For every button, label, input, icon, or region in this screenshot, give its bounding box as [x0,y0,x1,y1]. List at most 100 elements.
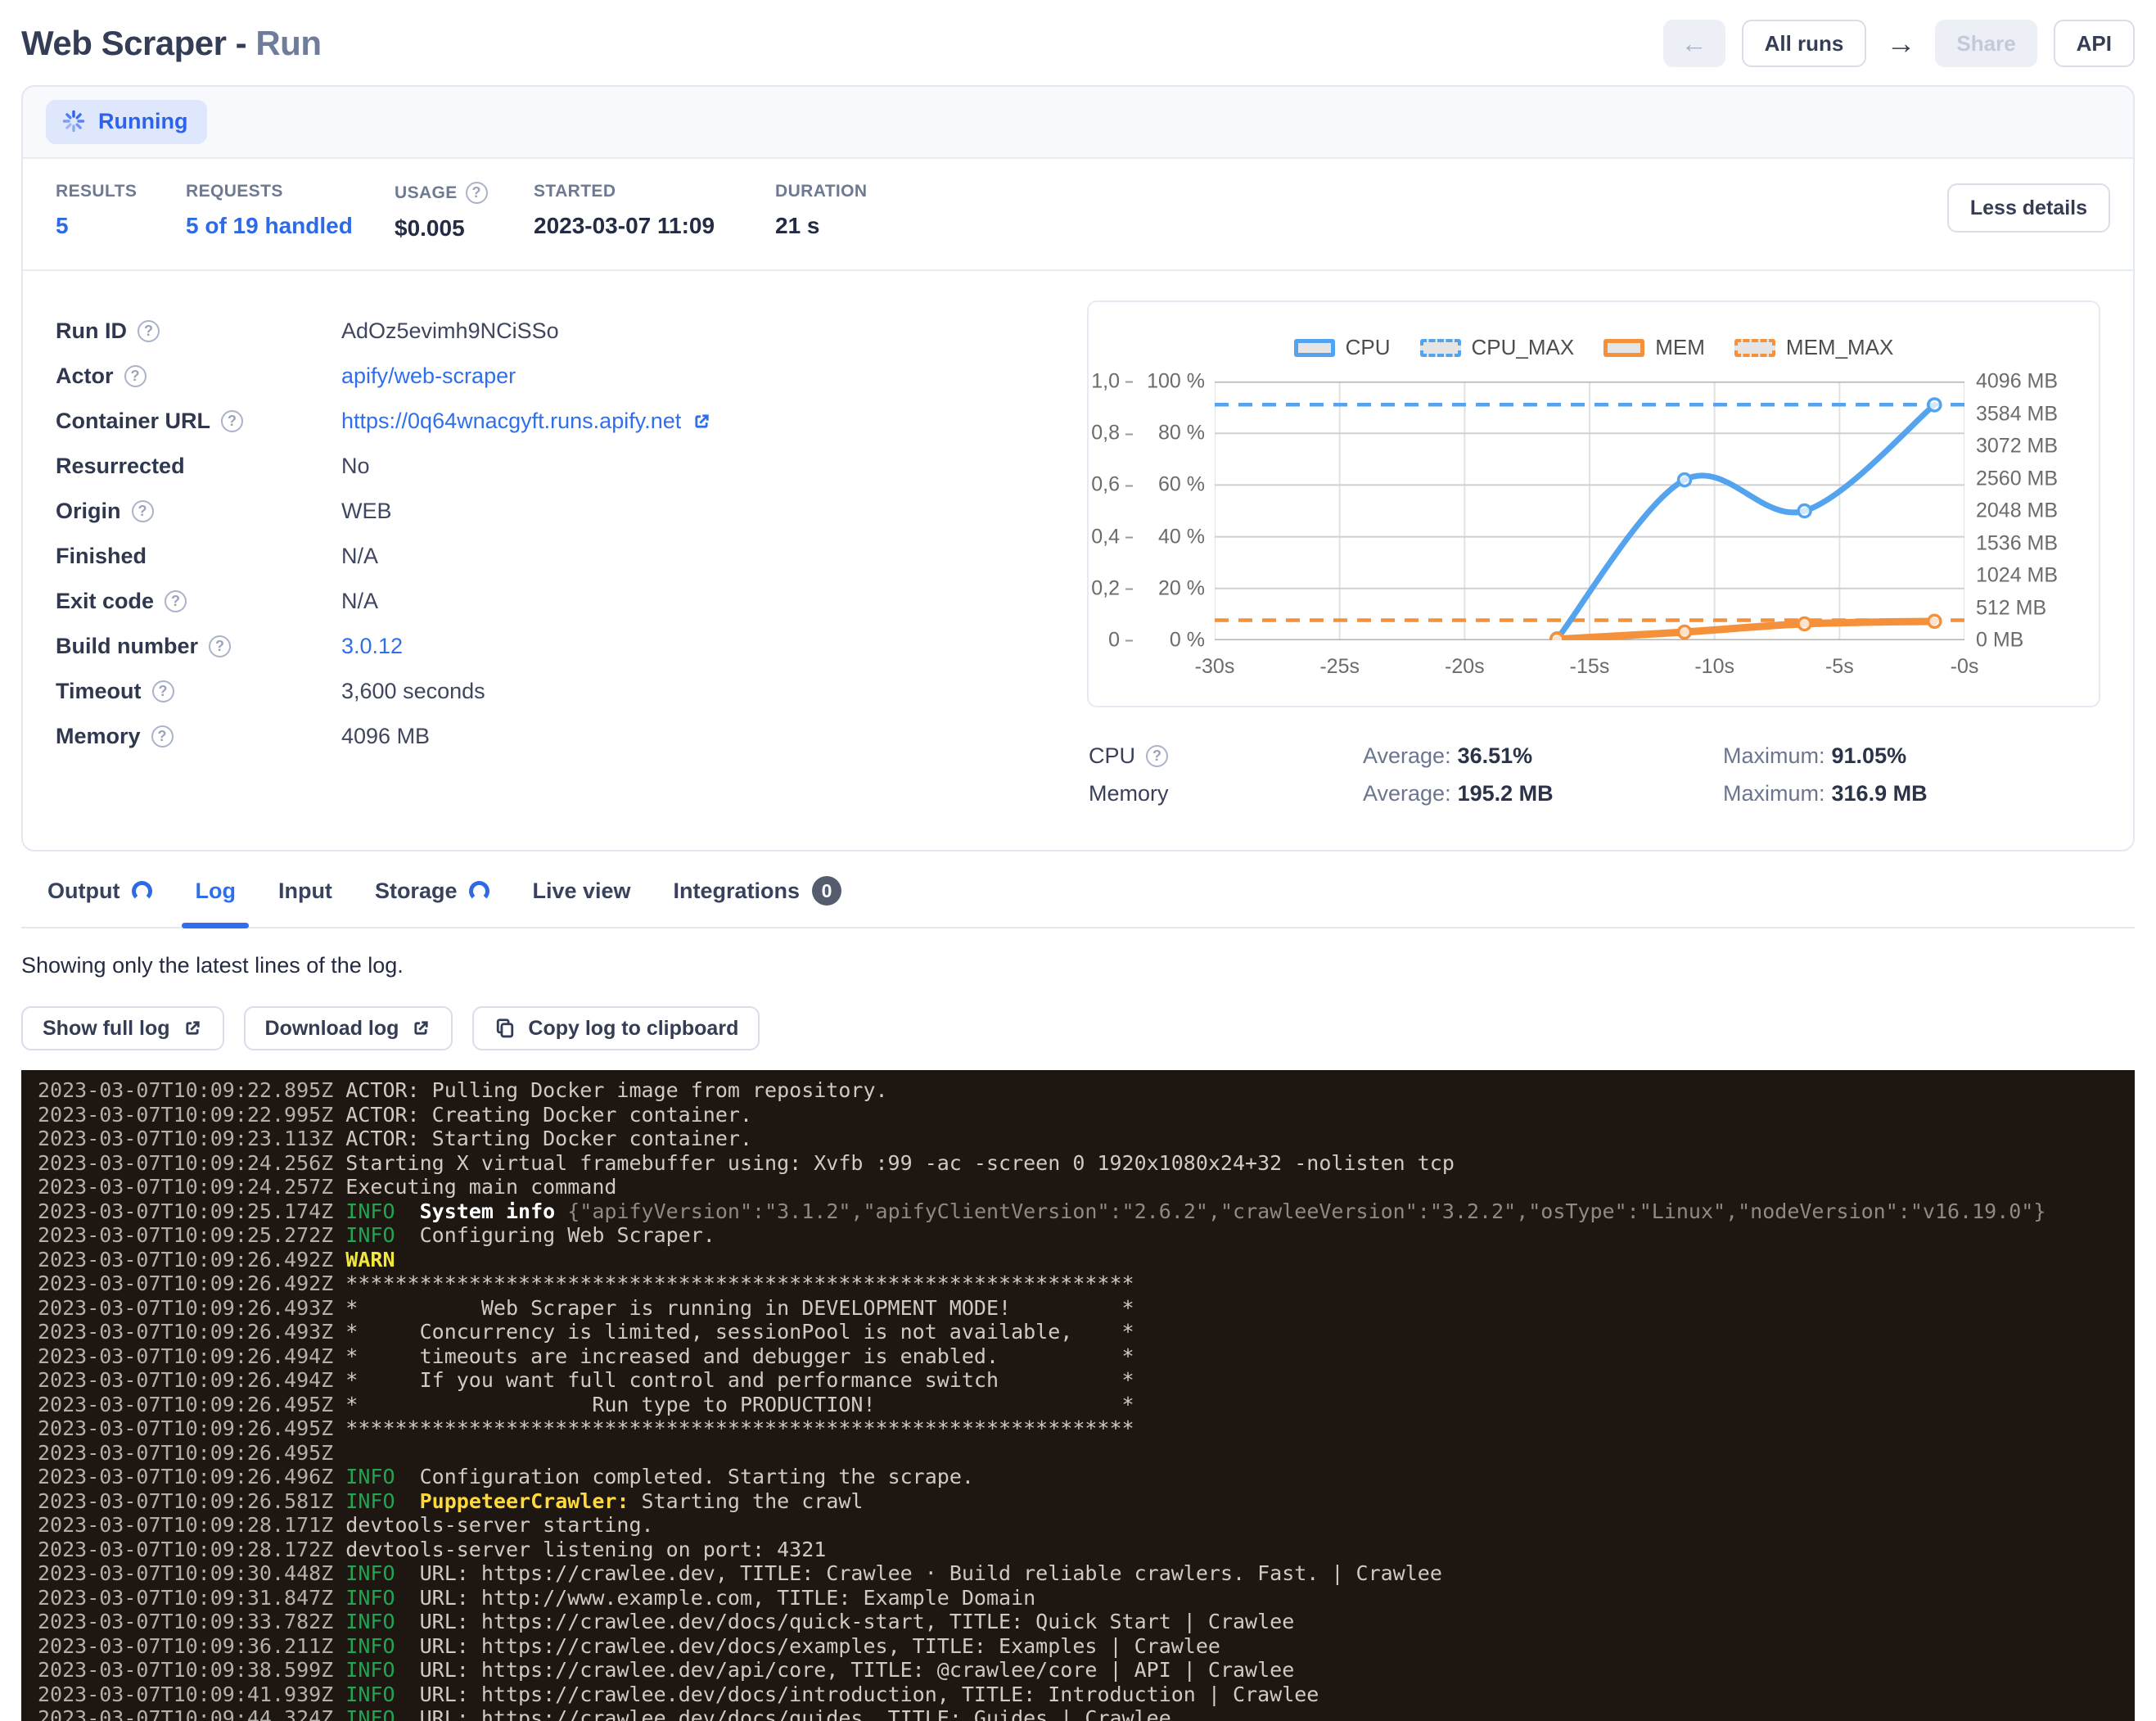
previous-run-button[interactable]: ← [1663,20,1725,67]
maximum-value: 91.05% [1832,743,1907,768]
actor-title: Web Scraper [21,24,227,62]
axis-time-labels: -30s-25s-20s-15s-10s-5s-0s [1215,647,1964,684]
log-line: 2023-03-07T10:09:31.847Z INFO URL: http:… [38,1586,2135,1610]
stat-value: 2023-03-07 11:09 [534,213,775,239]
log-segment: URL: http://www.example.com, TITLE: Exam… [395,1586,1036,1610]
help-icon[interactable] [132,500,154,522]
tab-output[interactable]: Output [47,876,152,927]
stat-label-text: REQUESTS [186,182,283,201]
legend-swatch [1294,339,1335,357]
stat-value[interactable]: 5 [56,213,186,239]
help-icon[interactable] [1146,745,1168,767]
detail-row: FinishedN/A [56,534,1054,579]
help-icon[interactable] [151,725,174,748]
stat-label: RESULTS [56,182,186,201]
help-icon[interactable] [466,182,488,204]
legend-item-cpu_max[interactable]: CPU_MAX [1420,335,1575,360]
detail-value: 3,600 seconds [341,679,485,704]
detail-value-link[interactable]: https://0q64wnacgyft.runs.apify.net [341,409,681,434]
less-details-button[interactable]: Less details [1947,183,2110,233]
memory-tick-label: 3584 MB [1976,402,2058,426]
average-label: Average: [1363,781,1451,806]
log-terminal[interactable]: 2023-03-07T10:09:22.895Z ACTOR: Pulling … [21,1070,2135,1721]
log-timestamp: 2023-03-07T10:09:22.995Z [38,1103,345,1127]
external-link-icon[interactable] [691,411,712,432]
detail-label: Container URL [56,409,341,434]
tab-log[interactable]: Log [195,876,235,927]
tab-integrations[interactable]: Integrations0 [674,876,842,927]
log-line: 2023-03-07T10:09:26.492Z WARN [38,1248,2135,1272]
run-stats-row: RESULTS5REQUESTS5 of 19 handledUSAGE$0.0… [23,159,2133,271]
tab-label: Integrations [674,879,801,904]
detail-row: Build number3.0.12 [56,624,1054,669]
log-timestamp: 2023-03-07T10:09:26.492Z [38,1272,345,1295]
log-line: 2023-03-07T10:09:28.172Z devtools-server… [38,1538,2135,1562]
time-tick-label: -25s [1319,655,1360,679]
log-segment: * timeouts are increased and debugger is… [345,1344,1134,1368]
copy-log-to-clipboard-button[interactable]: Copy log to clipboard [472,1006,760,1050]
tab-live-view[interactable]: Live view [532,876,630,927]
share-button[interactable]: Share [1935,20,2036,67]
detail-row: Run IDAdOz5evimh9NCiSSo [56,309,1054,354]
arrow-left-icon: ← [1681,29,1707,59]
log-segment: Starting X virtual framebuffer using: Xv… [345,1151,1455,1175]
stat-value[interactable]: 5 of 19 handled [186,213,395,239]
tab-label: Log [195,879,235,904]
detail-label: Resurrected [56,454,341,479]
next-run-button[interactable]: → [1883,20,1919,67]
tab-input[interactable]: Input [278,876,332,927]
help-icon[interactable] [124,365,147,387]
help-icon[interactable] [209,635,231,657]
detail-label-text: Timeout [56,679,142,704]
detail-label-text: Container URL [56,409,210,434]
log-timestamp: 2023-03-07T10:09:28.171Z [38,1513,345,1537]
detail-row: Actorapify/web-scraper [56,354,1054,399]
log-timestamp: 2023-03-07T10:09:26.495Z [38,1441,345,1465]
log-line: 2023-03-07T10:09:44.324Z INFO URL: https… [38,1706,2135,1721]
help-icon[interactable] [152,680,174,702]
log-segment: URL: https://crawlee.dev/api/core, TITLE… [395,1658,1295,1682]
external-link-icon [410,1018,431,1039]
help-icon[interactable] [165,590,187,612]
spinner-arc-icon [469,881,489,901]
log-segment: * Run type to PRODUCTION! * [345,1393,1134,1416]
detail-label-text: Memory [56,724,141,749]
tab-label: Output [47,879,120,904]
legend-item-mem[interactable]: MEM [1603,335,1705,360]
detail-label: Build number [56,634,341,659]
detail-row: Container URL https://0q64wnacgyft.runs.a… [56,399,1054,444]
percent-tick-label: 100 % [1147,370,1205,394]
log-segment: ****************************************… [345,1416,1134,1440]
ratio-tick-label: 0,6 [1091,473,1133,497]
log-line: 2023-03-07T10:09:24.256Z Starting X virt… [38,1151,2135,1176]
all-runs-button[interactable]: All runs [1742,20,1867,67]
log-button-label: Copy log to clipboard [528,1017,738,1041]
stat-value: $0.005 [395,215,534,242]
tab-storage[interactable]: Storage [375,876,490,927]
detail-row: ResurrectedNo [56,444,1054,489]
detail-row: Memory4096 MB [56,714,1054,759]
chart-legend: CPU CPU_MAX MEM MEM_MAX [1102,335,2086,360]
show-full-log-button[interactable]: Show full log [21,1006,224,1050]
help-icon[interactable] [221,410,243,432]
maximum-value: 316.9 MB [1832,781,1928,806]
usage-average: Average:195.2 MB [1363,781,1723,806]
header-toolbar: ← All runs → Share API [1663,20,2135,67]
run-stat-results: RESULTS 5 [56,182,186,239]
log-segment: URL: https://crawlee.dev/docs/guides, TI… [395,1706,1171,1721]
usage-summary: CPUAverage:36.51%Maximum:91.05%MemoryAve… [1087,737,2100,812]
run-details-section: Run IDAdOz5evimh9NCiSSoActorapify/web-sc… [23,271,2133,850]
legend-item-cpu[interactable]: CPU [1294,335,1391,360]
download-log-button[interactable]: Download log [244,1006,453,1050]
log-line: 2023-03-07T10:09:33.782Z INFO URL: https… [38,1610,2135,1634]
stat-label-text: DURATION [775,182,867,201]
log-timestamp: 2023-03-07T10:09:26.581Z [38,1489,345,1513]
log-segment: URL: https://crawlee.dev, TITLE: Crawlee… [395,1561,1442,1585]
detail-value-link[interactable]: apify/web-scraper [341,364,516,389]
detail-row: OriginWEB [56,489,1054,534]
detail-value-link[interactable]: 3.0.12 [341,634,403,659]
log-timestamp: 2023-03-07T10:09:26.494Z [38,1368,345,1392]
api-button[interactable]: API [2054,20,2135,67]
help-icon[interactable] [138,320,160,342]
legend-item-mem_max[interactable]: MEM_MAX [1734,335,1893,360]
